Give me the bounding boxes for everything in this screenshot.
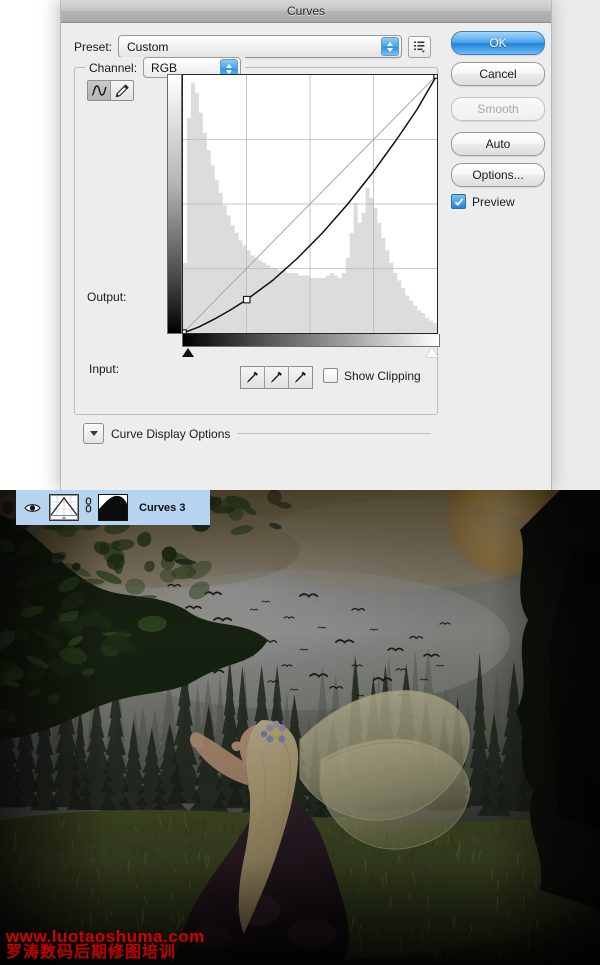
layer-mask-thumbnail[interactable]: [98, 494, 128, 521]
triangle-down-icon: [89, 431, 98, 436]
eyedropper-group: [240, 366, 313, 389]
layer-thumbnail[interactable]: [49, 494, 79, 521]
preset-label: Preset:: [74, 39, 113, 54]
dialog-body: Preset: Custom Channel: RGB Output: Inpu…: [61, 23, 551, 491]
preset-value: Custom: [127, 39, 169, 54]
white-point-slider[interactable]: [426, 348, 438, 357]
eyedropper-icon: [295, 371, 306, 383]
layer-mask-link[interactable]: [84, 497, 93, 518]
curve-display-options-row[interactable]: Curve Display Options: [83, 423, 431, 444]
chevron-up-icon: [387, 41, 394, 46]
eye-icon: [23, 503, 41, 512]
preset-stepper[interactable]: [381, 37, 400, 56]
input-label: Input:: [89, 362, 120, 376]
pencil-icon: [115, 83, 129, 97]
preview-label: Preview: [472, 194, 515, 209]
eyedropper-icon: [247, 371, 258, 383]
watermark: www.luotaoshuma.com 罗涛数码后期修图培训: [6, 928, 205, 961]
channel-value: RGB: [151, 60, 178, 75]
preview-row[interactable]: Preview: [451, 194, 543, 209]
gray-point-eyedropper[interactable]: [264, 367, 288, 388]
smooth-button: Smooth: [451, 97, 545, 121]
checkmark-icon: [454, 197, 463, 206]
layer-name-label: Curves 3: [139, 501, 186, 514]
pencil-tool-button[interactable]: [110, 81, 133, 100]
eyedropper-icon: [271, 371, 282, 383]
channel-fieldset: Channel: RGB Output: Input: Show Clippin…: [74, 57, 440, 415]
preset-row: Preset: Custom: [74, 35, 432, 58]
input-gradient-bar: [182, 334, 440, 347]
options-button[interactable]: Options...: [451, 163, 545, 187]
dialog-button-column: OK Cancel Smooth Auto Options... Preview: [451, 31, 545, 209]
show-clipping-row[interactable]: Show Clipping: [323, 368, 421, 383]
watermark-url: www.luotaoshuma.com: [6, 927, 205, 946]
document-canvas: Curves 3 www.luotaoshuma.com 罗涛数码后期修图培训: [0, 490, 600, 965]
chevron-down-icon: [387, 47, 394, 52]
layer-mask-thumbnail-icon: [99, 495, 127, 520]
curve-icon: [91, 85, 107, 96]
fairy-forest-artwork: [0, 490, 600, 965]
show-clipping-label: Show Clipping: [344, 368, 421, 383]
separator-rule: [237, 433, 431, 434]
chevron-up-icon: [226, 63, 233, 68]
black-point-eyedropper[interactable]: [241, 367, 264, 388]
dialog-title: Curves: [286, 4, 325, 18]
output-gradient-bar: [167, 74, 182, 334]
show-clipping-checkbox[interactable]: [323, 368, 338, 383]
watermark-cn-text: 罗涛数码后期修图培训: [6, 944, 177, 961]
curves-dialog: Curves Preset: Custom Channel: RGB Outpu…: [60, 0, 552, 490]
preset-select[interactable]: Custom: [118, 35, 403, 58]
layer-visibility-toggle[interactable]: [20, 502, 44, 514]
cancel-button[interactable]: Cancel: [451, 62, 545, 86]
curve-plot-svg: [183, 75, 437, 333]
channel-label: Channel:: [89, 60, 138, 75]
curve-tool-button[interactable]: [88, 81, 110, 100]
white-point-eyedropper[interactable]: [288, 367, 312, 388]
black-point-slider[interactable]: [182, 348, 194, 357]
preview-checkbox[interactable]: [451, 194, 466, 209]
curve-display-options-label: Curve Display Options: [111, 426, 231, 441]
curve-plot-area[interactable]: [182, 74, 438, 334]
preset-menu-button[interactable]: [408, 35, 432, 58]
chevron-down-icon: [226, 69, 233, 74]
input-sliders: [182, 348, 438, 360]
auto-button[interactable]: Auto: [451, 132, 545, 156]
link-icon: [85, 497, 92, 513]
curve-display-options-disclosure[interactable]: [83, 423, 104, 444]
layer-row[interactable]: Curves 3: [16, 490, 210, 525]
preset-list-icon: [414, 41, 426, 53]
curve-tool-toggle: [87, 80, 134, 101]
dialog-titlebar[interactable]: Curves: [61, 0, 551, 23]
ok-button[interactable]: OK: [451, 31, 545, 55]
curves-thumbnail-icon: [50, 495, 78, 520]
output-label: Output:: [87, 290, 127, 304]
